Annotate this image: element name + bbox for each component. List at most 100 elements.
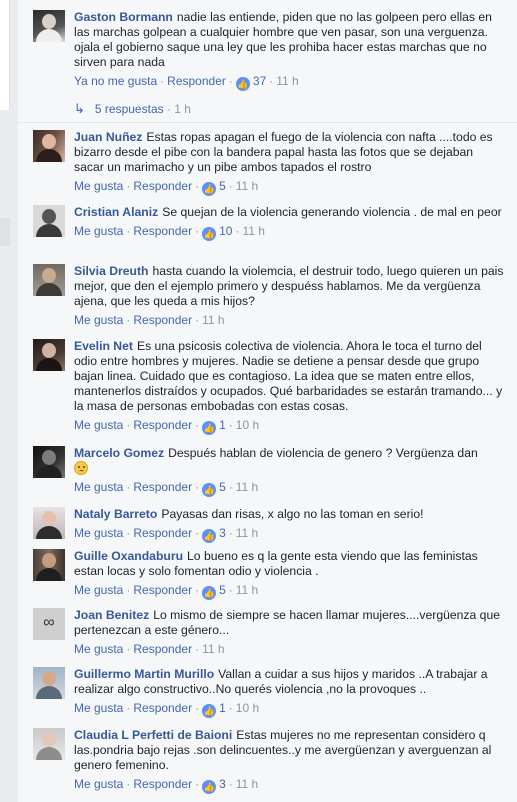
avatar[interactable] xyxy=(33,205,65,237)
like-thumb-icon[interactable]: 👍 xyxy=(235,77,250,91)
reply-link[interactable]: Responder xyxy=(133,480,192,494)
comment-text: Claudia L Perfetti de Baioni Estas mujere… xyxy=(74,728,504,773)
timestamp[interactable]: 10 h xyxy=(236,418,259,432)
timestamp[interactable]: 11 h xyxy=(236,179,258,193)
reply-link[interactable]: Responder xyxy=(133,224,192,238)
avatar[interactable] xyxy=(33,130,65,162)
timestamp[interactable]: 11 h xyxy=(202,642,224,656)
like-thumb-icon[interactable]: 👍 xyxy=(202,704,217,718)
reaction-count[interactable]: 5 xyxy=(219,583,226,597)
reaction-count[interactable]: 37 xyxy=(253,74,266,88)
author-name[interactable]: Claudia L Perfetti de Baioni xyxy=(74,728,232,742)
avatar[interactable] xyxy=(33,728,65,760)
like-link[interactable]: Me gusta xyxy=(74,701,123,715)
comment-actions: Ya no me gusta · Responder · 👍 37 · 11 h xyxy=(74,74,299,91)
avatar[interactable] xyxy=(33,446,65,478)
reply-link[interactable]: Responder xyxy=(133,642,192,656)
author-name[interactable]: Nataly Barreto xyxy=(74,507,157,521)
author-name[interactable]: Juan Nuñez xyxy=(74,130,142,144)
reply-link[interactable]: Responder xyxy=(167,74,226,88)
timestamp[interactable]: 11 h xyxy=(236,777,258,791)
like-link[interactable]: Me gusta xyxy=(74,526,123,540)
replies-timestamp: 1 h xyxy=(174,102,191,116)
like-thumb-icon[interactable]: 👍 xyxy=(202,529,217,543)
like-link[interactable]: Me gusta xyxy=(74,777,123,791)
reaction-count[interactable]: 3 xyxy=(219,777,226,791)
unlike-link[interactable]: Ya no me gusta xyxy=(74,74,157,88)
reply-link[interactable]: Responder xyxy=(133,313,192,327)
comment-text: Evelin Net Es una psicosis colectiva de v… xyxy=(74,339,504,414)
comment-actions: Me gusta · Responder · 👍 3 · 11 h xyxy=(74,777,259,794)
author-name[interactable]: Cristian Alaniz xyxy=(74,205,158,219)
replies-count-link[interactable]: 5 respuestas xyxy=(95,102,164,116)
reply-link[interactable]: Responder xyxy=(133,583,192,597)
like-link[interactable]: Me gusta xyxy=(74,179,123,193)
like-link[interactable]: Me gusta xyxy=(74,313,123,327)
reply-link[interactable]: Responder xyxy=(133,418,192,432)
reaction-count[interactable]: 5 xyxy=(219,480,226,494)
reaction-count[interactable]: 1 xyxy=(219,418,226,432)
reaction-count[interactable]: 3 xyxy=(219,526,226,540)
like-thumb-icon[interactable]: 👍 xyxy=(202,421,217,435)
comment-text: Juan Nuñez Estas ropas apagan el fuego de… xyxy=(74,130,504,175)
like-thumb-icon[interactable]: 👍 xyxy=(202,483,217,497)
reply-arrow-icon: ↳ xyxy=(74,101,85,116)
timestamp[interactable]: 11 h xyxy=(276,74,298,88)
like-thumb-icon[interactable]: 👍 xyxy=(202,586,217,600)
timestamp[interactable]: 11 h xyxy=(236,526,258,540)
avatar[interactable]: ∞ xyxy=(33,608,65,640)
timestamp[interactable]: 11 h xyxy=(202,313,224,327)
avatar[interactable] xyxy=(33,10,65,42)
avatar[interactable] xyxy=(33,549,65,581)
reaction-count[interactable]: 1 xyxy=(219,701,226,715)
author-name[interactable]: Marcelo Gomez xyxy=(74,446,164,460)
left-sidebar-edge xyxy=(0,0,10,802)
like-link[interactable]: Me gusta xyxy=(74,583,123,597)
like-thumb-icon[interactable]: 👍 xyxy=(202,227,217,241)
comment-body: Después hablan de violencia de genero ? … xyxy=(168,446,478,460)
author-name[interactable]: Gaston Bormann xyxy=(74,10,173,24)
reply-link[interactable]: Responder xyxy=(133,526,192,540)
like-link[interactable]: Me gusta xyxy=(74,642,123,656)
comment-actions: Me gusta · Responder · 11 h xyxy=(74,313,225,327)
like-link[interactable]: Me gusta xyxy=(74,480,123,494)
sidebar-card xyxy=(0,0,10,110)
author-name[interactable]: Silvia Dreuth xyxy=(74,264,149,278)
comment-text: Guille Oxandaburu Lo bueno es q la gente … xyxy=(74,549,504,579)
like-thumb-icon[interactable]: 👍 xyxy=(202,182,217,196)
divider xyxy=(18,122,517,123)
comment-text: Gaston Bormann nadie las entiende, piden … xyxy=(74,10,504,70)
comment-text: Nataly Barreto Payasas dan risas, x algo … xyxy=(74,507,504,522)
comment-actions: Me gusta · Responder · 11 h xyxy=(74,642,225,656)
comment-actions: Me gusta · Responder · 👍 1 · 10 h xyxy=(74,701,260,718)
like-link[interactable]: Me gusta xyxy=(74,418,123,432)
timestamp[interactable]: 11 h xyxy=(242,224,264,238)
avatar[interactable] xyxy=(33,667,65,699)
avatar[interactable] xyxy=(33,339,65,371)
like-thumb-icon[interactable]: 👍 xyxy=(202,780,217,794)
comment-text: Silvia Dreuth hasta cuando la violemcia, … xyxy=(74,264,504,309)
like-link[interactable]: Me gusta xyxy=(74,224,123,238)
avatar[interactable] xyxy=(33,507,65,539)
reaction-count[interactable]: 10 xyxy=(219,224,232,238)
comment-body: Payasas dan risas, x algo no las toman e… xyxy=(161,507,424,521)
author-name[interactable]: Guillermo Martin Murillo xyxy=(74,667,214,681)
timestamp[interactable]: 10 h xyxy=(236,701,259,715)
comments-panel: Gaston Bormann nadie las entiende, piden … xyxy=(18,0,517,802)
author-name[interactable]: Guille Oxandaburu xyxy=(74,549,183,563)
timestamp[interactable]: 11 h xyxy=(236,583,258,597)
reply-link[interactable]: Responder xyxy=(133,179,192,193)
author-name[interactable]: Joan Benitez xyxy=(74,608,149,622)
reply-link[interactable]: Responder xyxy=(133,701,192,715)
sad-face-emoji-icon xyxy=(74,461,88,475)
comment-text: Joan Benitez Lo mismo de siempre se hacen… xyxy=(74,608,504,638)
view-replies[interactable]: ↳ 5 respuestas · 1 h xyxy=(74,101,191,117)
avatar[interactable] xyxy=(33,264,65,296)
author-name[interactable]: Evelin Net xyxy=(74,339,133,353)
infinity-icon: ∞ xyxy=(43,614,55,631)
reaction-count[interactable]: 5 xyxy=(219,179,226,193)
sidebar-scroll-track xyxy=(0,218,10,246)
reply-link[interactable]: Responder xyxy=(133,777,192,791)
comment-actions: Me gusta · Responder · 👍 10 · 11 h xyxy=(74,224,265,241)
timestamp[interactable]: 11 h xyxy=(236,480,258,494)
